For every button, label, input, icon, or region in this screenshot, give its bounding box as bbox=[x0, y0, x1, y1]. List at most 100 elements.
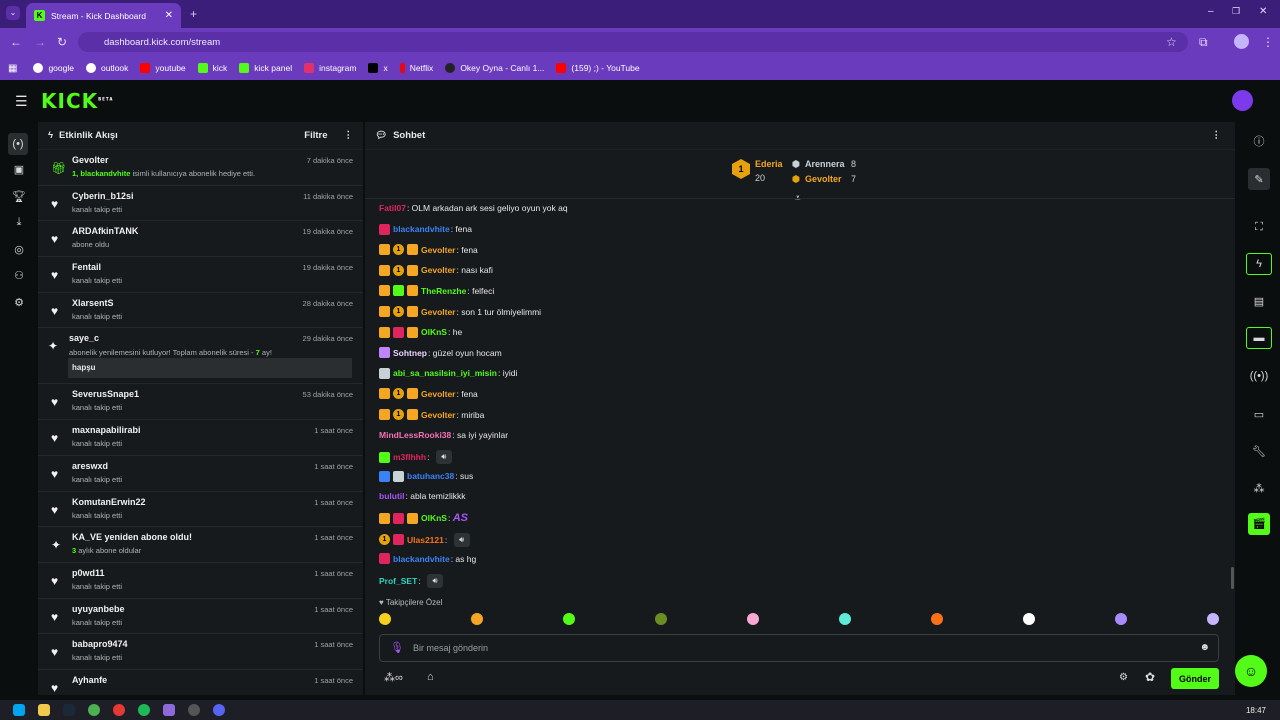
chat-username[interactable]: blackandvhite bbox=[393, 554, 450, 564]
spotify-icon[interactable] bbox=[138, 704, 150, 716]
chat-scrollbar[interactable] bbox=[1231, 567, 1234, 589]
chat-username[interactable]: OlKnS bbox=[421, 513, 447, 523]
chat-username[interactable]: Gevolter bbox=[421, 245, 456, 255]
chat-username[interactable]: abi_sa_nasilsin_iyi_misin bbox=[393, 368, 497, 378]
steam-icon[interactable] bbox=[63, 704, 75, 716]
chat-more-icon[interactable]: ⋮ bbox=[1212, 130, 1222, 141]
chrome-icon[interactable] bbox=[88, 704, 100, 716]
bookmark-star-icon[interactable]: ☆ bbox=[1166, 35, 1177, 49]
restore-icon[interactable]: ❐ bbox=[1232, 6, 1240, 17]
windows-start-icon[interactable] bbox=[13, 704, 25, 716]
event-item[interactable]: ♥ XlarsentS kanalı takip etti 28 dakika … bbox=[38, 293, 363, 329]
send-button[interactable]: Gönder bbox=[1171, 668, 1219, 689]
layout-icon[interactable]: ▭ bbox=[1250, 405, 1268, 423]
chat-username[interactable]: Gevolter bbox=[421, 307, 456, 317]
infinite-points-icon[interactable]: ⁂∞ bbox=[384, 671, 403, 684]
forward-icon[interactable]: → bbox=[34, 35, 46, 49]
sound-emote-icon[interactable]: 🔊︎ bbox=[427, 573, 443, 588]
event-item[interactable]: ✦ KA_VE yeniden abone oldu! 3 aylık abon… bbox=[38, 527, 363, 563]
bookmark-kick[interactable]: kick bbox=[197, 63, 227, 73]
chat-username[interactable]: Gevolter bbox=[421, 265, 456, 275]
info-icon[interactable]: ⓘ bbox=[1250, 132, 1268, 150]
chat-username[interactable]: Gevolter bbox=[421, 410, 456, 420]
chat-message[interactable]: OlKnS: AS bbox=[379, 512, 468, 524]
url-field[interactable]: dashboard.kick.com/stream bbox=[78, 32, 1188, 52]
bookmark-google[interactable]: google bbox=[33, 63, 74, 73]
opera-icon[interactable] bbox=[113, 704, 125, 716]
minimize-icon[interactable]: – bbox=[1208, 6, 1214, 17]
event-item[interactable]: ♥ babapro9474 kanalı takip etti 1 saat ö… bbox=[38, 634, 363, 670]
bookmark-outlook[interactable]: outlook bbox=[85, 63, 128, 73]
event-item[interactable]: ♥ uyuyanbebe kanalı takip etti 1 saat ön… bbox=[38, 599, 363, 635]
support-chat-icon[interactable]: ☺ bbox=[1235, 655, 1267, 687]
store-icon[interactable]: ⌂ bbox=[427, 671, 434, 683]
notes-icon[interactable]: ▤ bbox=[1250, 292, 1268, 310]
wrench-icon[interactable]: 🔧︎ bbox=[1250, 442, 1268, 460]
chat-message[interactable]: bulutil: abla temizlikkk bbox=[379, 491, 466, 501]
back-icon[interactable]: ← bbox=[10, 35, 22, 49]
chat-username[interactable]: Prof_SET bbox=[379, 576, 417, 586]
chat-username[interactable]: Gevolter bbox=[421, 389, 456, 399]
chat-username[interactable]: batuhanc38 bbox=[407, 471, 454, 481]
browser-menu-icon[interactable]: ⋮ bbox=[1262, 35, 1274, 49]
chrome-active-icon[interactable] bbox=[163, 704, 175, 716]
emote-icon[interactable] bbox=[563, 613, 575, 625]
chat-message[interactable]: TheRenzhe: felfeci bbox=[379, 285, 494, 297]
bookmark-okey[interactable]: Okey Oyna - Canlı 1... bbox=[445, 63, 544, 73]
stream-icon[interactable]: (•) bbox=[8, 133, 28, 155]
emote-icon[interactable] bbox=[1115, 613, 1127, 625]
tab-list-icon[interactable]: ⌄ bbox=[6, 6, 20, 20]
chat-message[interactable]: 1 Gevolter: miriba bbox=[379, 409, 484, 420]
chat-username[interactable]: Fatil07 bbox=[379, 203, 406, 213]
event-item[interactable]: ♥ ARDAfkinTANK abone oldu 19 dakika önce bbox=[38, 221, 363, 258]
chat-username[interactable]: OlKnS bbox=[421, 327, 447, 337]
bookmark-youtube-2[interactable]: (159) ;) - YouTube bbox=[556, 63, 640, 73]
leader-name[interactable]: Gevolter bbox=[805, 174, 842, 184]
new-tab-icon[interactable]: + bbox=[190, 7, 197, 21]
hamburger-menu-icon[interactable]: ☰ bbox=[15, 93, 28, 110]
chat-username[interactable]: Sohtnep bbox=[393, 348, 427, 358]
sound-emote-icon[interactable]: 🔊︎ bbox=[435, 450, 452, 465]
user-avatar[interactable] bbox=[1232, 90, 1253, 111]
reload-icon[interactable]: ↻ bbox=[57, 35, 67, 49]
event-item[interactable]: ♥ maxnapabilirabi kanalı takip etti 1 sa… bbox=[38, 420, 363, 456]
chat-username[interactable]: TheRenzhe bbox=[421, 286, 466, 296]
chat-message[interactable]: blackandvhite: fena bbox=[379, 223, 472, 235]
emote-icon[interactable] bbox=[379, 613, 391, 625]
close-tab-icon[interactable]: ✕ bbox=[165, 10, 173, 21]
chat-message[interactable]: 1 Gevolter: son 1 tur ölmiyelimmi bbox=[379, 306, 541, 317]
chat-message[interactable]: 1 Gevolter: fena bbox=[379, 244, 478, 256]
event-item[interactable]: ♥ SeverusSnape1 kanalı takip etti 53 dak… bbox=[38, 384, 363, 421]
browser-tab[interactable]: K Stream - Kick Dashboard ✕ bbox=[26, 3, 181, 28]
emote-icon[interactable] bbox=[747, 613, 759, 625]
broadcast-icon[interactable]: ((•)) bbox=[1250, 367, 1269, 385]
chat-message[interactable]: Prof_SET: 🔊︎ bbox=[379, 573, 443, 588]
chat-username[interactable]: m3fIhhh bbox=[393, 452, 426, 462]
chat-input[interactable]: 🎙︎ Bir mesaj gönderin ☻ bbox=[379, 634, 1219, 662]
chat-message[interactable]: abi_sa_nasilsin_iyi_misin: iyidi bbox=[379, 367, 517, 379]
chat-message[interactable]: blackandvhite: as hg bbox=[379, 553, 476, 565]
emoji-icon[interactable]: ☻ bbox=[1199, 642, 1210, 653]
users-icon[interactable]: ⚇ bbox=[10, 266, 28, 284]
bookmark-netflix[interactable]: Netflix bbox=[399, 63, 433, 73]
chat-message[interactable]: MindLessRooki38: sa iyi yayinlar bbox=[379, 430, 508, 440]
quick-actions-icon[interactable]: ϟ bbox=[1246, 253, 1272, 275]
clapper-icon[interactable]: 🎬︎ bbox=[1248, 513, 1270, 535]
gift-sub-icon[interactable]: ✿ bbox=[1145, 670, 1155, 684]
bookmark-youtube[interactable]: youtube bbox=[140, 63, 186, 73]
chat-message[interactable]: Fatil07: OLM arkadan ark sesi geliyo oyu… bbox=[379, 203, 568, 213]
download-icon[interactable]: ⤓ bbox=[10, 213, 28, 231]
discord-icon[interactable] bbox=[213, 704, 225, 716]
emote-icon[interactable] bbox=[931, 613, 943, 625]
chat-message[interactable]: 1 Gevolter: fena bbox=[379, 388, 478, 400]
chat-message[interactable]: m3fIhhh: 🔊︎ bbox=[379, 450, 452, 465]
expand-icon[interactable]: ⛶ bbox=[1250, 218, 1268, 236]
emote-icon[interactable] bbox=[655, 613, 667, 625]
emote-icon[interactable] bbox=[471, 613, 483, 625]
emote-icon[interactable] bbox=[1207, 613, 1219, 625]
event-item[interactable]: ♥ areswxd kanalı takip etti 1 saat önce bbox=[38, 456, 363, 492]
leader-name[interactable]: Arennera bbox=[805, 159, 845, 169]
kick-logo[interactable]: KICKBETA bbox=[41, 89, 113, 113]
emote-icon[interactable] bbox=[839, 613, 851, 625]
chat-username[interactable]: Ulas2121 bbox=[407, 535, 444, 545]
